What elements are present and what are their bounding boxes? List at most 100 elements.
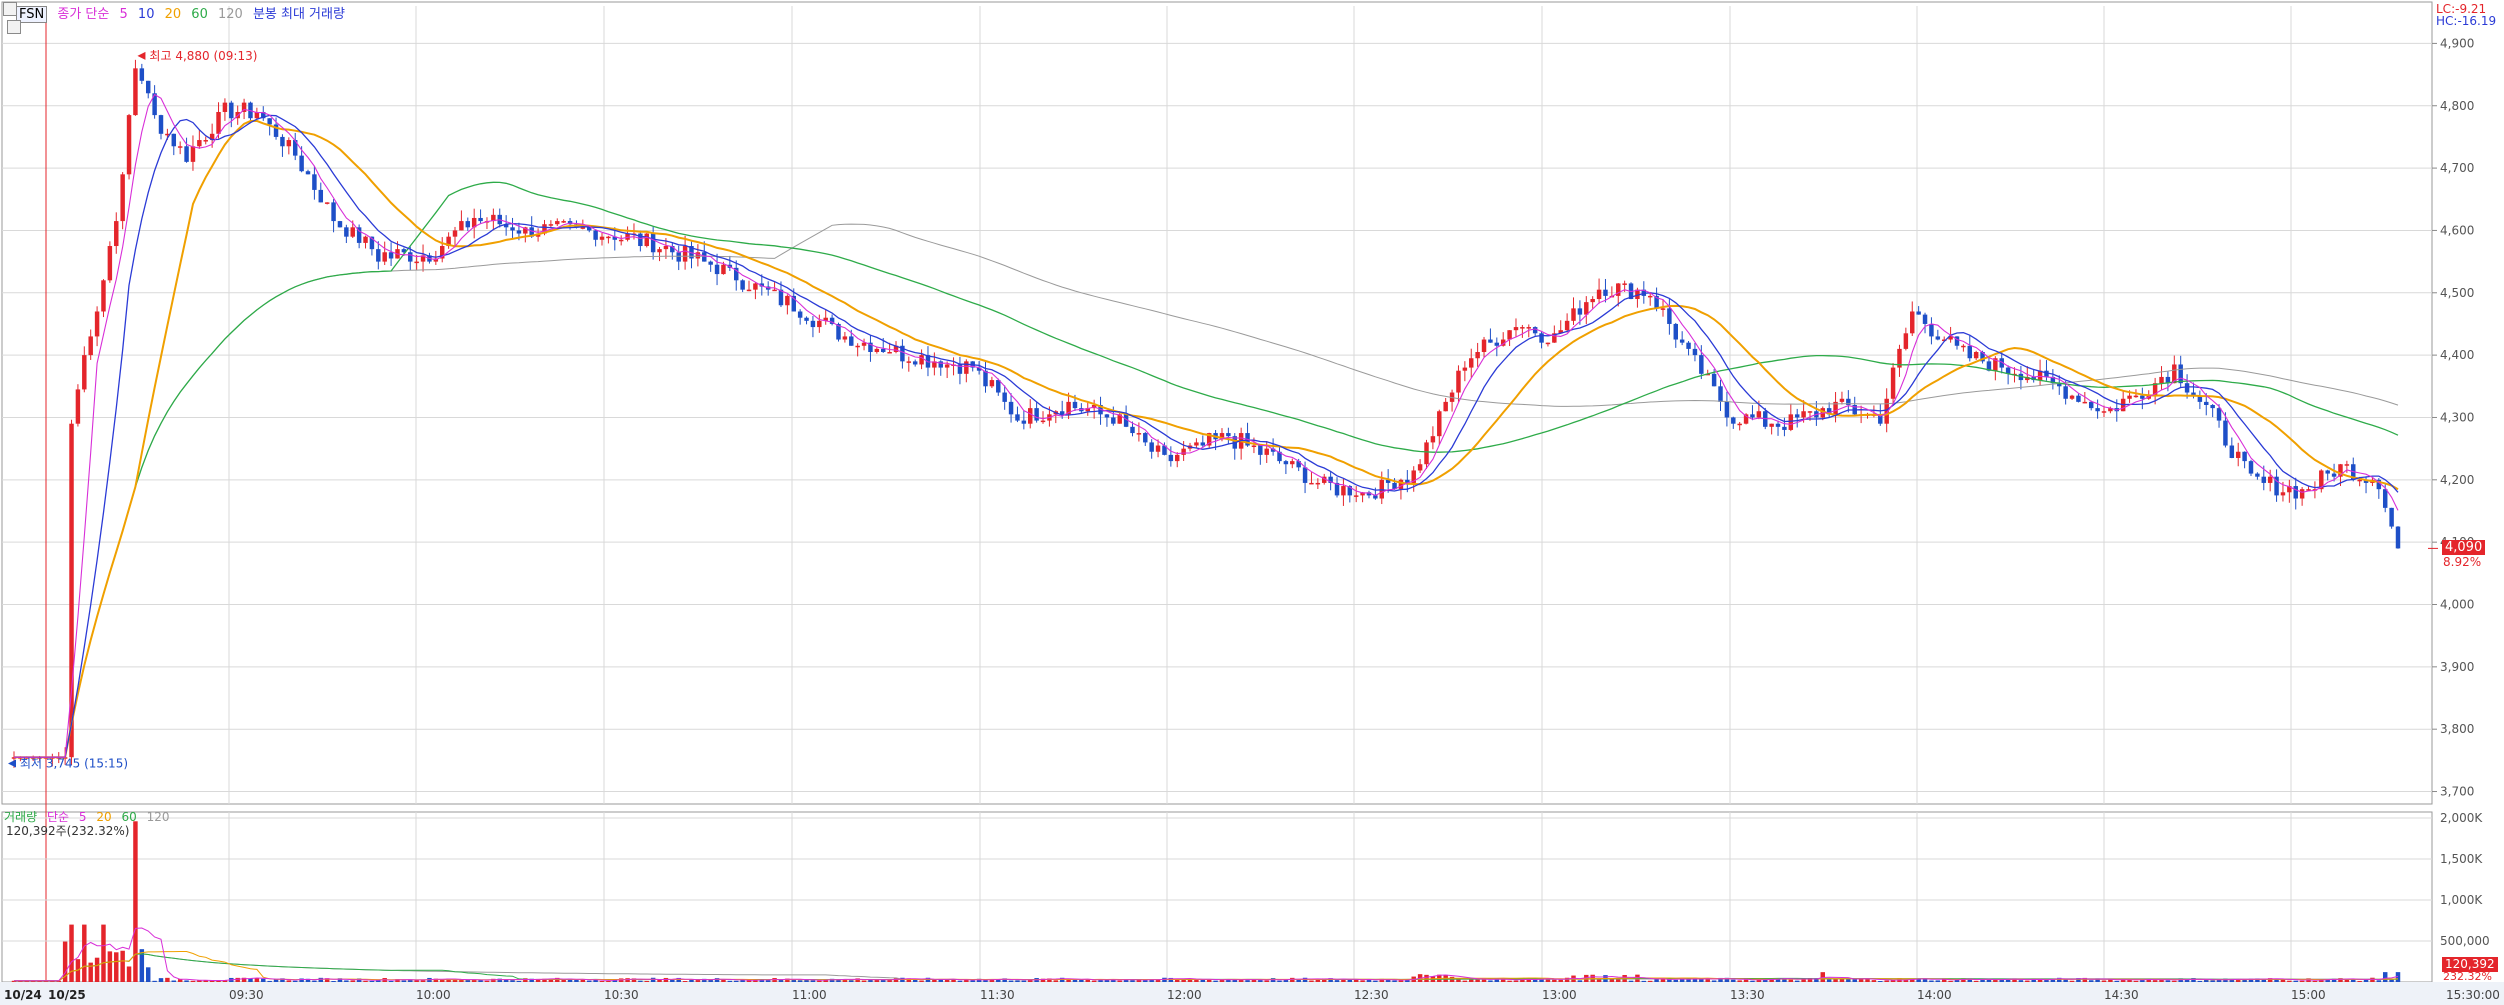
candle: [337, 220, 343, 228]
candle-body: [964, 361, 969, 374]
price-tick-label: 4,400: [2440, 348, 2474, 362]
volume-bar: [1852, 979, 1857, 982]
candle-body: [2325, 470, 2330, 474]
candle-body: [1424, 442, 1429, 465]
candle-body: [184, 146, 189, 162]
volume-bar: [261, 978, 266, 982]
candle-body: [772, 289, 777, 292]
candle-body: [1143, 433, 1148, 443]
volume-bar: [670, 979, 675, 982]
candle-body: [944, 364, 950, 368]
volume-bar: [1373, 980, 1378, 982]
volume-bar: [938, 979, 943, 982]
candle-body: [1034, 408, 1039, 421]
candle-body: [1775, 423, 1781, 427]
candle-body: [2248, 461, 2254, 474]
candle-body: [2293, 486, 2298, 499]
volume-bar: [1462, 980, 1468, 982]
price-tick-label: 3,700: [2440, 785, 2474, 799]
volume-bar: [2210, 980, 2215, 982]
candle-body: [1028, 408, 1033, 424]
candle-body: [2267, 476, 2273, 483]
volume-bar: [1641, 980, 1647, 982]
candle-body: [1104, 414, 1110, 418]
candle-body: [1973, 352, 1979, 359]
volume-bar: [1948, 980, 1953, 982]
candle-body: [887, 352, 892, 354]
candle-body: [2235, 451, 2241, 458]
candle-body: [1309, 482, 1314, 485]
volume-bar: [849, 980, 854, 982]
volume-bar: [484, 980, 490, 982]
max-volume-legend: 분봉 최대 거래량: [252, 7, 345, 22]
grid-toggle-icon[interactable]: [7, 20, 21, 34]
chart-menu-icon[interactable]: [3, 2, 17, 16]
candle-body: [229, 102, 234, 119]
volume-bar: [657, 979, 662, 982]
price-legend: FSN 종가 단순 5 10 20 60 120 분봉 최대 거래량: [16, 3, 351, 23]
volume-bar: [727, 980, 733, 982]
volume-bar: [1277, 980, 1282, 982]
candle-body: [280, 136, 285, 147]
time-tick-label: 11:00: [792, 988, 827, 1002]
volume-tick-label: 1,000K: [2440, 893, 2483, 907]
candle-body: [2229, 445, 2235, 458]
candle-body: [1756, 411, 1762, 418]
candle-body: [1673, 323, 1679, 340]
candle: [101, 279, 106, 318]
volume-bar: [165, 977, 170, 982]
volume-bar: [1488, 980, 1493, 982]
candle-body: [376, 249, 381, 262]
candle-body: [938, 361, 943, 368]
volume-bar: [2293, 980, 2298, 982]
time-tick-label: 10:00: [416, 988, 451, 1002]
candle-body: [1724, 401, 1730, 418]
candle-body: [1481, 339, 1487, 353]
candle-body: [2101, 411, 2107, 413]
candle-body: [190, 146, 196, 162]
volume-tick-label: 1,500K: [2440, 852, 2483, 866]
volume-bar: [861, 980, 867, 982]
volume-bar: [120, 950, 125, 982]
candle-body: [478, 217, 483, 222]
candle-body: [1513, 327, 1519, 331]
volume-bar: [2197, 980, 2203, 982]
volume-bar: [101, 924, 106, 982]
volume-bar: [107, 951, 113, 982]
candle-body: [1731, 417, 1736, 424]
candlestick-chart[interactable]: 4,900 4,800 4,700 4,600 4,500 4,400 4,300 4,200…: [0, 0, 2504, 1005]
candle-body: [1200, 442, 1206, 446]
volume-bar: [2312, 980, 2318, 982]
candle-body: [810, 320, 816, 328]
candle-body: [1290, 461, 1295, 465]
price-tick-label: 4,900: [2440, 36, 2474, 50]
volume-bar: [1577, 980, 1583, 982]
volume-bar: [1309, 980, 1314, 982]
candle-body: [1456, 370, 1461, 393]
volume-bar: [1079, 979, 1084, 982]
volume-tick-label: 2,000K: [2440, 811, 2483, 825]
volume-bar: [2363, 979, 2369, 982]
volume-bar: [2299, 980, 2305, 982]
candle-body: [1788, 414, 1794, 430]
candle-body: [1667, 308, 1672, 324]
candle-body: [2140, 395, 2145, 399]
candle: [2395, 526, 2401, 549]
volume-bar: [2133, 980, 2139, 982]
volume-bar: [286, 980, 292, 982]
ma60-legend: 60: [191, 7, 208, 22]
volume-bar: [1884, 980, 1889, 982]
candle-body: [606, 236, 611, 239]
candle-body: [1155, 445, 1161, 452]
candle-body: [881, 348, 886, 353]
candle-body: [1283, 461, 1289, 465]
candle-body: [1251, 445, 1257, 448]
volume-bar: [133, 821, 138, 982]
candle-body: [1130, 426, 1135, 434]
volume-bar: [1091, 980, 1097, 982]
volume-bar: [344, 980, 349, 982]
candle-body: [1916, 311, 1921, 315]
hc-label: HC:-16.19: [2436, 14, 2497, 28]
candle-body: [2216, 408, 2222, 421]
volume-bar: [1552, 979, 1557, 982]
